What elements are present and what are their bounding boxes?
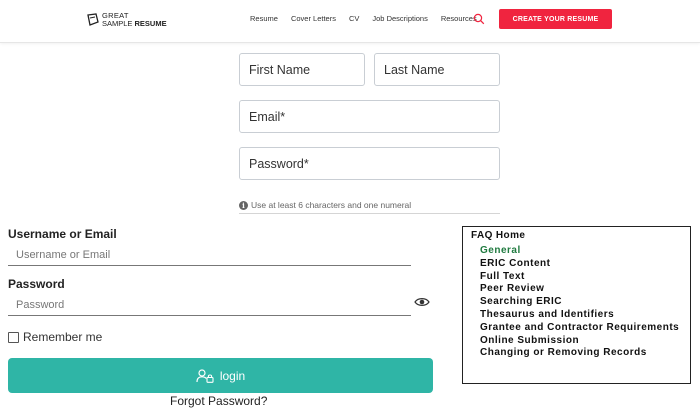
- login-button-label: login: [219, 368, 246, 383]
- info-icon: i: [239, 200, 248, 210]
- nav-resources[interactable]: Resources: [441, 14, 477, 23]
- faq-item-thesaurus[interactable]: Thesaurus and Identifiers: [480, 309, 685, 320]
- username-input[interactable]: Username or Email: [8, 244, 411, 266]
- logo-mark-icon: [87, 13, 99, 26]
- login-button[interactable]: login: [8, 358, 433, 393]
- faq-title[interactable]: FAQ Home: [471, 230, 525, 241]
- faq-item-searching-eric[interactable]: Searching ERIC: [480, 296, 685, 307]
- forgot-password-link[interactable]: Forgot Password?: [170, 394, 267, 408]
- remember-me-checkbox[interactable]: [8, 331, 19, 343]
- show-password-eye-icon[interactable]: [414, 296, 430, 308]
- main-nav: Resume Cover Letters CV Job Descriptions…: [250, 14, 490, 23]
- nav-cv[interactable]: CV: [349, 14, 359, 23]
- logo-text-bottom: SAMPLE RESUME: [102, 19, 167, 28]
- faq-item-eric-content[interactable]: ERIC Content: [480, 258, 685, 269]
- user-lock-icon: [196, 368, 214, 383]
- top-navigation-bar: GREAT SAMPLE RESUME Resume Cover Letters…: [0, 0, 700, 43]
- faq-item-peer-review[interactable]: Peer Review: [480, 283, 685, 294]
- search-icon[interactable]: [473, 13, 485, 25]
- divider: [239, 213, 500, 214]
- nav-resume[interactable]: Resume: [250, 14, 278, 23]
- site-logo[interactable]: GREAT SAMPLE RESUME: [86, 9, 167, 31]
- nav-job-descriptions[interactable]: Job Descriptions: [372, 14, 427, 23]
- password-hint: i Use at least 6 characters and one nume…: [239, 200, 411, 210]
- email-field[interactable]: Email*: [239, 100, 500, 133]
- create-resume-button[interactable]: CREATE YOUR RESUME: [499, 9, 612, 29]
- faq-panel: FAQ Home General ERIC Content Full Text …: [462, 226, 691, 384]
- faq-list: General ERIC Content Full Text Peer Revi…: [480, 245, 685, 360]
- remember-me[interactable]: Remember me: [8, 330, 102, 344]
- last-name-field[interactable]: Last Name: [374, 53, 500, 86]
- faq-item-online-submission[interactable]: Online Submission: [480, 335, 685, 346]
- password-label: Password: [8, 277, 65, 291]
- username-label: Username or Email: [8, 227, 117, 241]
- faq-item-grantee-requirements[interactable]: Grantee and Contractor Requirements: [480, 322, 685, 333]
- faq-item-changing-records[interactable]: Changing or Removing Records: [480, 347, 685, 358]
- remember-me-label: Remember me: [23, 330, 103, 344]
- password-hint-text: Use at least 6 characters and one numera…: [251, 200, 412, 210]
- faq-item-general[interactable]: General: [480, 245, 685, 256]
- first-name-field[interactable]: First Name: [239, 53, 365, 86]
- faq-item-full-text[interactable]: Full Text: [480, 271, 685, 282]
- password-input[interactable]: Password: [8, 294, 411, 316]
- password-field[interactable]: Password*: [239, 147, 500, 180]
- nav-cover-letters[interactable]: Cover Letters: [291, 14, 336, 23]
